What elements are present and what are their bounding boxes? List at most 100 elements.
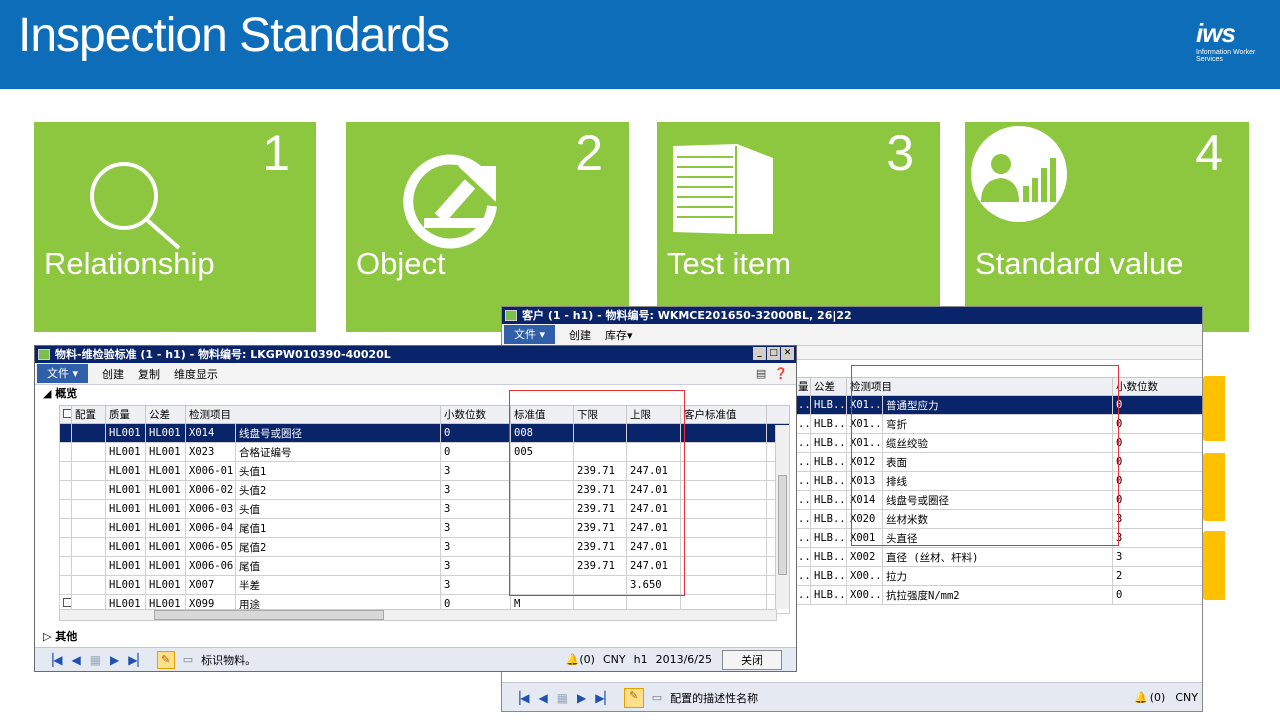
minimize-button[interactable]: _: [753, 347, 766, 360]
col-header[interactable]: 质量: [105, 405, 146, 424]
col-header[interactable]: 标准值: [510, 405, 574, 424]
cell-customer-standard[interactable]: [680, 461, 767, 481]
col-header[interactable]: 配置: [71, 405, 106, 424]
cell-tolerance[interactable]: HL001: [145, 480, 186, 500]
cell-test-name[interactable]: 头值2: [235, 480, 441, 500]
cell-upper-limit[interactable]: 247.01: [626, 461, 681, 481]
cell-upper-limit[interactable]: 3.650: [626, 575, 681, 595]
cell-tolerance[interactable]: HLB...: [810, 585, 847, 605]
cell-quality[interactable]: HL001: [105, 556, 146, 576]
cell-test-name[interactable]: 线盘号或圈径: [882, 490, 1113, 510]
cell-tolerance[interactable]: HL001: [145, 442, 186, 462]
last-record-icon[interactable]: ▶▏: [595, 691, 613, 705]
file-menu[interactable]: 文件 ▾: [504, 325, 556, 344]
cell-standard-value[interactable]: 005: [510, 442, 574, 462]
cell-config[interactable]: [71, 461, 106, 481]
cell-tolerance[interactable]: HL001: [145, 518, 186, 538]
other-section[interactable]: ▷ 其他: [43, 628, 77, 644]
row-selector[interactable]: [59, 537, 72, 557]
cell-upper-limit[interactable]: 247.01: [626, 518, 681, 538]
table-row[interactable]: ...HLB...X020丝材米数3: [794, 509, 1202, 529]
cell-quality[interactable]: HL001: [105, 442, 146, 462]
cell-decimals[interactable]: 0: [1112, 471, 1202, 491]
table-row[interactable]: ...HLB...X001头直径3: [794, 528, 1202, 548]
cell-test-code[interactable]: X013: [846, 471, 883, 491]
cell-test-code[interactable]: X012: [846, 452, 883, 472]
cell-config[interactable]: [71, 480, 106, 500]
table-row[interactable]: ...HLB...X00...抗拉强度N/mm20: [794, 585, 1202, 605]
row-selector[interactable]: [59, 442, 72, 462]
cell-standard-value[interactable]: [510, 518, 574, 538]
cell-config[interactable]: [71, 537, 106, 557]
row-selector[interactable]: [59, 480, 72, 500]
cell-test-name[interactable]: 合格证编号: [235, 442, 441, 462]
cell-standard-value[interactable]: [510, 461, 574, 481]
cell-test-code[interactable]: X006-03: [185, 499, 236, 519]
dimension-display-menu-item[interactable]: 维度显示: [174, 366, 218, 382]
col-header[interactable]: 客户标准值: [680, 405, 767, 424]
cell-decimals[interactable]: 2: [1112, 566, 1202, 586]
cell-upper-limit[interactable]: 247.01: [626, 480, 681, 500]
edit-pencil-icon[interactable]: ✎: [623, 687, 644, 708]
select-all-checkbox[interactable]: [59, 405, 72, 424]
overview-section[interactable]: ◢ 概览: [35, 385, 796, 402]
cell-tolerance[interactable]: HL001: [145, 461, 186, 481]
table-row[interactable]: ...HLB...X012表面0: [794, 452, 1202, 472]
cell-lower-limit[interactable]: [573, 423, 627, 443]
cell-config[interactable]: [71, 423, 106, 443]
table-row[interactable]: HL001 HL001 X007 半差 3 3.650: [59, 575, 790, 595]
tile-object[interactable]: 2 Object: [346, 122, 629, 332]
cell-lower-limit[interactable]: [573, 575, 627, 595]
grid-view-icon[interactable]: ▦: [90, 653, 101, 667]
row-selector[interactable]: [59, 461, 72, 481]
cell-tolerance[interactable]: HLB...: [810, 528, 847, 548]
cell-lower-limit[interactable]: 239.71: [573, 518, 627, 538]
cell-customer-standard[interactable]: [680, 442, 767, 462]
col-header[interactable]: 检测项目: [846, 377, 1113, 396]
cell-quality[interactable]: HL001: [105, 480, 146, 500]
cell-tolerance[interactable]: HLB...: [810, 395, 847, 415]
tile-test-item[interactable]: 3 Test item: [657, 122, 940, 332]
table-row[interactable]: HL001 HL001 X023 合格证编号 0 005: [59, 442, 790, 462]
cell-test-name[interactable]: 表面: [882, 452, 1113, 472]
tile-standard-value[interactable]: 4 Standard value: [965, 122, 1249, 332]
cell-tolerance[interactable]: HLB...: [810, 509, 847, 529]
cell-quality[interactable]: HL001: [105, 423, 146, 443]
table-row[interactable]: HL001 HL001 X006-04 尾值1 3 239.71 247.01: [59, 518, 790, 538]
cell-test-code[interactable]: X01...: [846, 433, 883, 453]
cell-config[interactable]: [71, 518, 106, 538]
cell-decimals[interactable]: 0: [440, 423, 511, 443]
col-header[interactable]: 小数位数: [1112, 377, 1202, 396]
cell-lower-limit[interactable]: 239.71: [573, 480, 627, 500]
cell-decimals[interactable]: 3: [440, 461, 511, 481]
row-selector[interactable]: [59, 499, 72, 519]
row-selector[interactable]: [59, 575, 72, 595]
cell-customer-standard[interactable]: [680, 499, 767, 519]
cell-tolerance[interactable]: HLB...: [810, 490, 847, 510]
cell-decimals[interactable]: 3: [1112, 509, 1202, 529]
table-row[interactable]: HL001 HL001 X006-01 头值1 3 239.71 247.01: [59, 461, 790, 481]
col-header[interactable]: 检测项目: [185, 405, 441, 424]
cell-tolerance[interactable]: HL001: [145, 575, 186, 595]
cell-test-name[interactable]: 头值1: [235, 461, 441, 481]
col-header[interactable]: 公差: [145, 405, 186, 424]
cell-tolerance[interactable]: HLB...: [810, 414, 847, 434]
file-menu[interactable]: 文件 ▾: [37, 364, 89, 383]
cell-test-name[interactable]: 尾值: [235, 556, 441, 576]
copy-menu-item[interactable]: 复制: [138, 366, 160, 382]
cell-test-code[interactable]: X023: [185, 442, 236, 462]
help-icon[interactable]: ❓: [774, 367, 788, 380]
table-row[interactable]: HL001 HL001 X006-02 头值2 3 239.71 247.01: [59, 480, 790, 500]
table-row[interactable]: ...HLB...X01...缆丝绞验0: [794, 433, 1202, 453]
horizontal-scrollbar[interactable]: [59, 609, 777, 621]
cell-test-code[interactable]: X01...: [846, 395, 883, 415]
cell-lower-limit[interactable]: 239.71: [573, 499, 627, 519]
cell-standard-value[interactable]: 008: [510, 423, 574, 443]
cell-test-name[interactable]: 线盘号或圈径: [235, 423, 441, 443]
cell-decimals[interactable]: 3: [1112, 528, 1202, 548]
row-selector[interactable]: [59, 556, 72, 576]
cell-tolerance[interactable]: HLB...: [810, 566, 847, 586]
cell-decimals[interactable]: 0: [1112, 490, 1202, 510]
table-row[interactable]: ...HLB...X013排线0: [794, 471, 1202, 491]
cell-tolerance[interactable]: HL001: [145, 499, 186, 519]
